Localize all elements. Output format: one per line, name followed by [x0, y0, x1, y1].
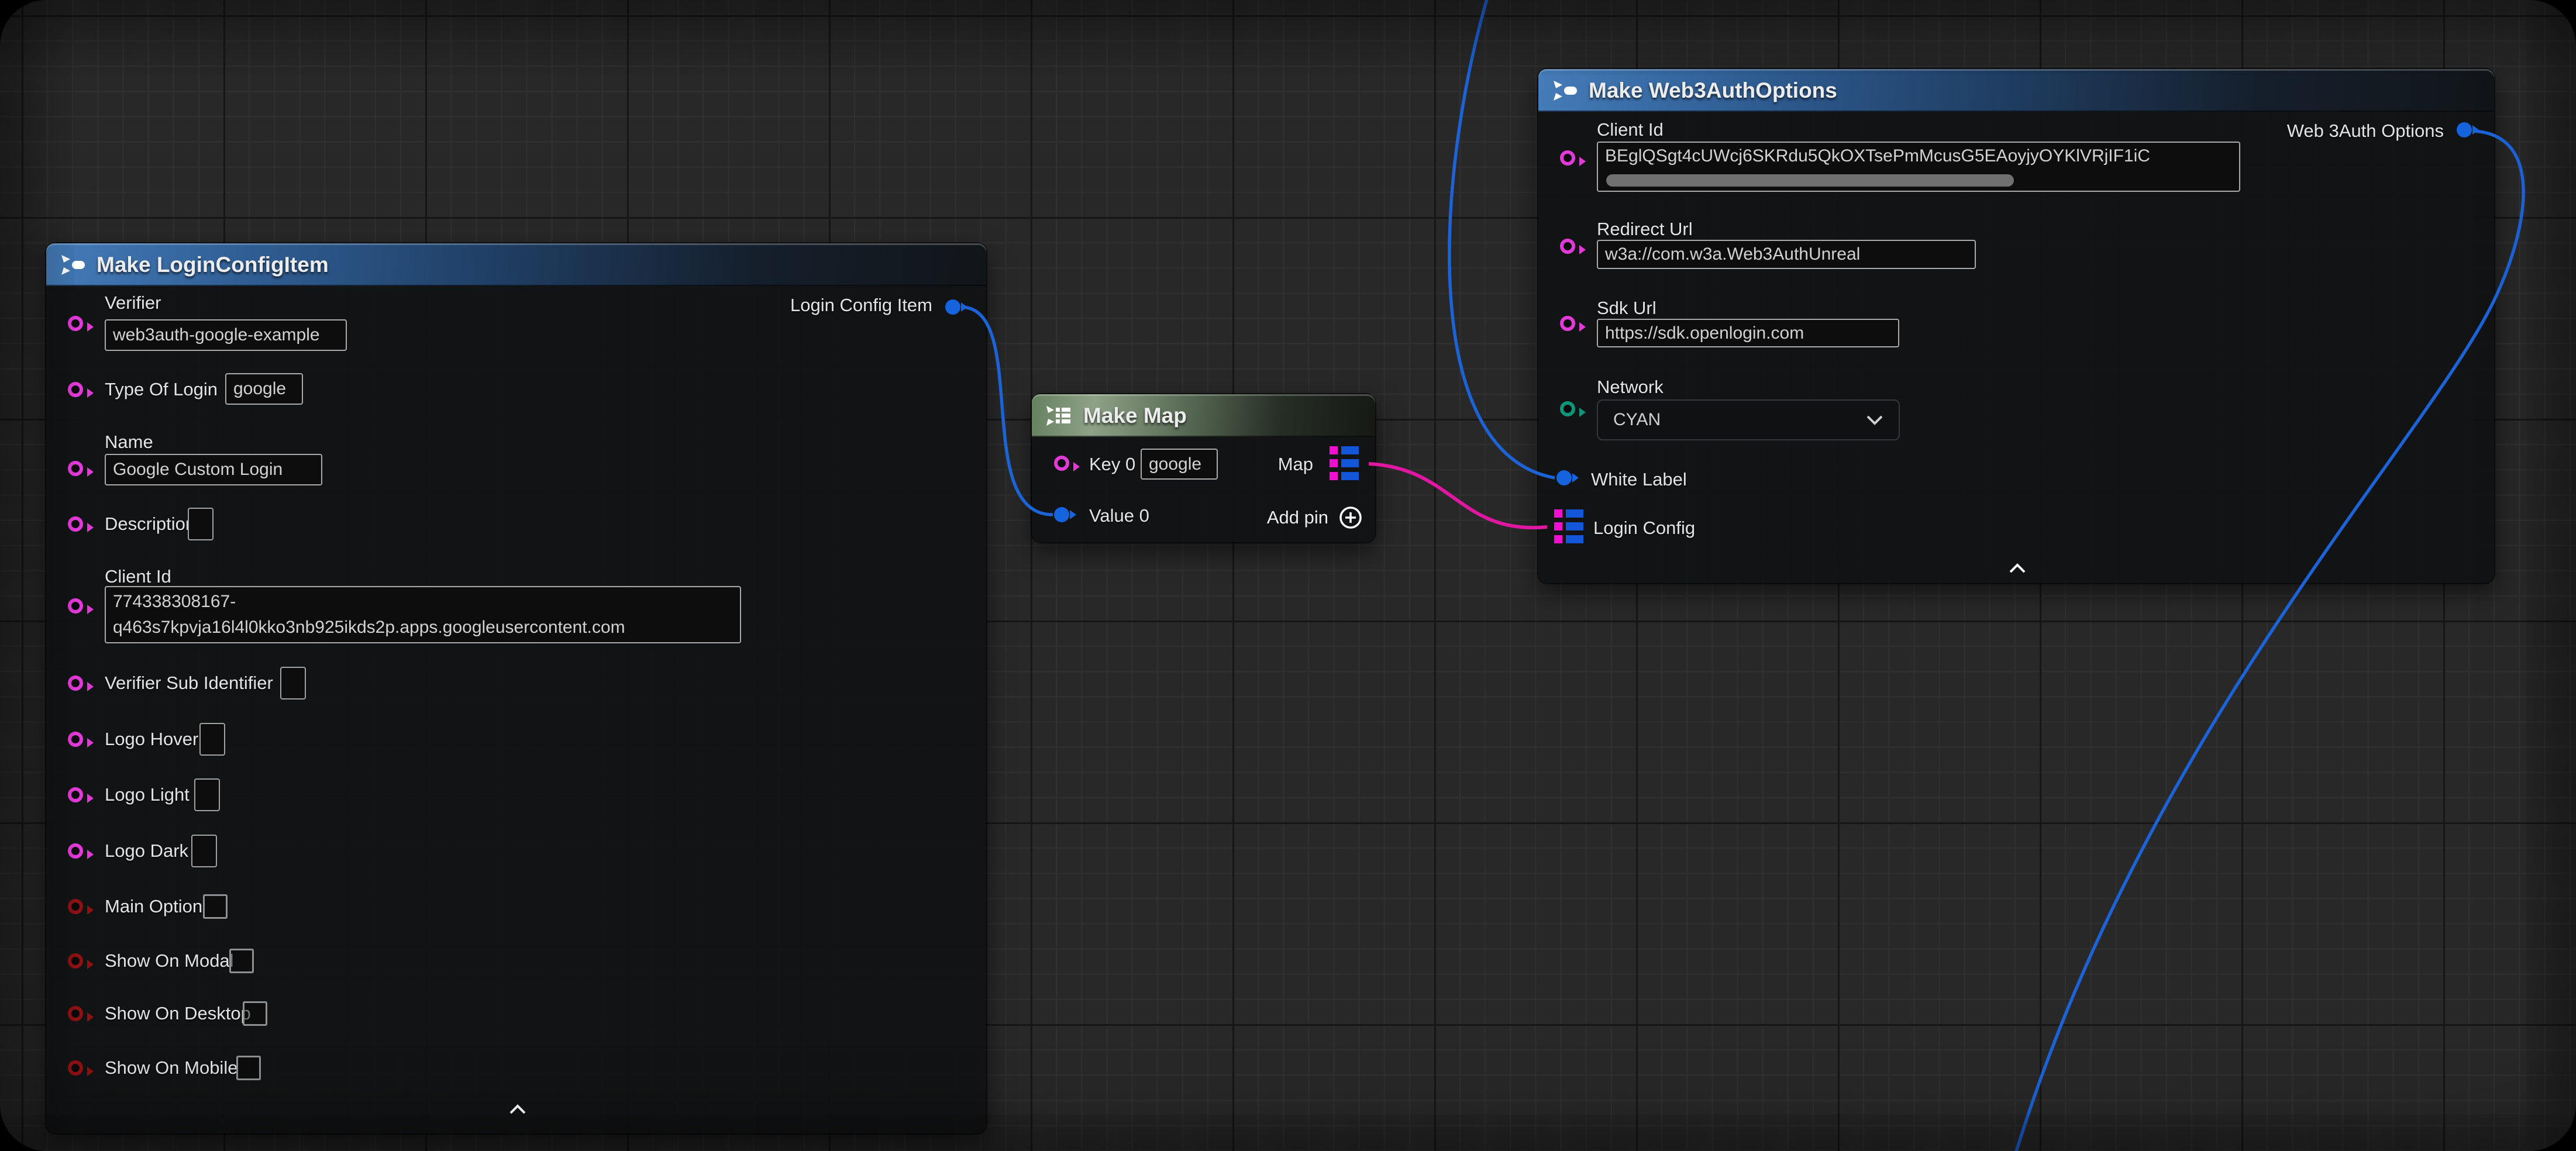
collapse-chevron-icon[interactable]: [508, 1104, 527, 1115]
pin-sdk-url[interactable]: [1560, 316, 1575, 331]
pin-label-white-label: White Label: [1591, 469, 1687, 490]
client-id-line1: 774338308167-: [113, 589, 236, 615]
node-make-loginconfigitem-header[interactable]: Make LoginConfigItem: [46, 243, 986, 286]
pin-label-description: Description: [105, 514, 195, 535]
name-input[interactable]: [105, 454, 322, 485]
redirect-url-input[interactable]: [1597, 240, 1976, 269]
pin-label-network: Network: [1597, 377, 1664, 398]
pin-label-verifier: Verifier: [105, 292, 161, 313]
logo-hover-input[interactable]: [199, 723, 225, 756]
pin-type-of-login[interactable]: [68, 382, 83, 397]
show-on-desktop-checkbox[interactable]: [243, 1001, 267, 1026]
client-id-line2: q463s7kpvja16l4l0kko3nb925ikds2p.apps.go…: [113, 615, 625, 640]
graph-canvas[interactable]: Make LoginConfigItem Login Config Item V…: [0, 0, 2576, 1151]
show-on-modal-checkbox[interactable]: [229, 949, 254, 973]
pin-key-0[interactable]: [1054, 456, 1069, 471]
network-selected-value: CYAN: [1613, 410, 1661, 430]
pin-label-sdk-url: Sdk Url: [1597, 298, 1657, 319]
pin-label-web3auth-options: Web 3Auth Options: [2287, 120, 2444, 142]
pin-login-config[interactable]: [1554, 509, 1585, 543]
pin-white-label[interactable]: [1556, 470, 1572, 485]
make-struct-icon: [1551, 80, 1578, 102]
collapse-chevron-icon[interactable]: [2008, 563, 2027, 574]
make-struct-icon: [59, 254, 86, 276]
logo-light-input[interactable]: [194, 778, 220, 811]
pin-show-on-mobile[interactable]: [68, 1060, 83, 1076]
node-make-web3authoptions-header[interactable]: Make Web3AuthOptions: [1538, 69, 2494, 112]
pin-login-config-item-output[interactable]: [945, 299, 960, 315]
add-pin-label: Add pin: [1267, 507, 1328, 528]
pin-label-verifier-sub-identifier: Verifier Sub Identifier: [105, 673, 273, 694]
pin-label-logo-dark: Logo Dark: [105, 840, 188, 861]
add-pin-button[interactable]: Add pin: [1267, 505, 1363, 530]
client-id-horizontal-scrollbar[interactable]: [1606, 174, 2014, 187]
verifier-input[interactable]: [105, 319, 347, 351]
pin-verifier-sub-identifier[interactable]: [68, 676, 83, 691]
network-dropdown[interactable]: CYAN: [1597, 399, 1900, 440]
node-title: Make Web3AuthOptions: [1589, 78, 1837, 103]
pin-label-logo-light: Logo Light: [105, 784, 190, 805]
add-pin-icon: [1338, 505, 1363, 530]
pin-label-main-option: Main Option: [105, 896, 202, 917]
sdk-url-input[interactable]: [1597, 319, 1899, 347]
logo-dark-input[interactable]: [191, 835, 217, 867]
pin-label-show-on-modal: Show On Modal: [105, 950, 234, 971]
pin-web3auth-options-output[interactable]: [2457, 122, 2472, 137]
node-make-map-header[interactable]: Make Map: [1032, 394, 1375, 437]
pin-logo-light[interactable]: [68, 787, 83, 802]
verifier-sub-identifier-input[interactable]: [280, 667, 306, 699]
node-make-map: Make Map Key 0 Map Value 0 Add pin: [1032, 394, 1375, 542]
pin-name[interactable]: [68, 461, 83, 476]
pin-map-output[interactable]: [1330, 446, 1360, 480]
pin-logo-dark[interactable]: [68, 843, 83, 859]
pin-label-value-0: Value 0: [1089, 505, 1149, 526]
pin-label-logo-hover: Logo Hover: [105, 729, 198, 750]
node-make-web3authoptions: Make Web3AuthOptions Web 3Auth Options C…: [1538, 69, 2494, 583]
pin-client-id[interactable]: [1560, 150, 1575, 166]
pin-show-on-desktop[interactable]: [68, 1006, 83, 1021]
client-id-value: BEglQSgt4cUWcj6SKRdu5QkOXTsePmMcusG5EAoy…: [1605, 146, 2150, 166]
main-option-checkbox[interactable]: [203, 894, 228, 919]
pin-verifier[interactable]: [68, 316, 83, 331]
pin-main-option[interactable]: [68, 899, 83, 914]
pin-value-0[interactable]: [1054, 507, 1069, 522]
description-input[interactable]: [188, 508, 213, 540]
client-id-input[interactable]: BEglQSgt4cUWcj6SKRdu5QkOXTsePmMcusG5EAoy…: [1597, 142, 2240, 192]
pin-label-client-id: Client Id: [105, 566, 171, 587]
key-0-input[interactable]: [1141, 449, 1218, 480]
node-make-loginconfigitem: Make LoginConfigItem Login Config Item V…: [46, 243, 986, 1133]
pin-label-map: Map: [1278, 454, 1313, 475]
pin-label-redirect-url: Redirect Url: [1597, 219, 1693, 240]
type-of-login-input[interactable]: [225, 373, 303, 405]
pin-network[interactable]: [1560, 401, 1575, 416]
client-id-input[interactable]: 774338308167- q463s7kpvja16l4l0kko3nb925…: [105, 586, 741, 643]
pin-label-client-id: Client Id: [1597, 119, 1664, 140]
pin-label-login-config: Login Config: [1593, 518, 1695, 539]
pin-label-key-0: Key 0: [1089, 454, 1135, 475]
pin-label-show-on-mobile: Show On Mobile: [105, 1057, 237, 1078]
pin-client-id[interactable]: [68, 598, 83, 614]
pin-label-name: Name: [105, 432, 153, 453]
pin-redirect-url[interactable]: [1560, 239, 1575, 254]
pin-label-login-config-item: Login Config Item: [790, 295, 932, 316]
pin-label-show-on-desktop: Show On Desktop: [105, 1003, 251, 1024]
pin-logo-hover[interactable]: [68, 732, 83, 747]
node-title: Make Map: [1083, 404, 1187, 428]
make-map-icon: [1045, 405, 1073, 427]
pin-show-on-modal[interactable]: [68, 953, 83, 969]
pin-label-type-of-login: Type Of Login: [105, 379, 218, 400]
wire-map-to-login-config[interactable]: [1369, 464, 1547, 528]
show-on-mobile-checkbox[interactable]: [236, 1056, 261, 1080]
chevron-down-icon: [1866, 415, 1883, 425]
node-title: Make LoginConfigItem: [97, 253, 329, 277]
pin-description[interactable]: [68, 516, 83, 532]
